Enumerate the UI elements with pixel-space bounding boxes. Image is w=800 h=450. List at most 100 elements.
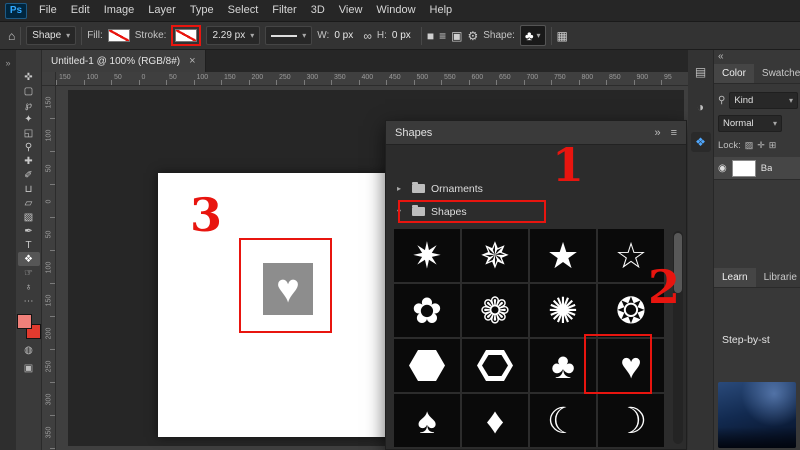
gradient-tool[interactable]: ▧: [18, 210, 40, 224]
ruler-mark: 250: [276, 72, 304, 85]
tab-learn[interactable]: Learn: [714, 268, 756, 287]
layer-row-background[interactable]: ◉ Ba: [714, 157, 800, 180]
folder-row-ornaments[interactable]: ▸ Ornaments: [386, 177, 686, 200]
vertical-ruler[interactable]: 150 100 50 0 50 100 150 200 250 300 350: [42, 86, 56, 450]
shape-hexagon-outline[interactable]: [462, 339, 528, 392]
rectangular-marquee-tool[interactable]: ▢: [18, 84, 40, 98]
foreground-color-swatch[interactable]: [16, 314, 32, 329]
shape-crescent-moon-icon: ☾: [546, 399, 580, 441]
panel-icon-shapes[interactable]: ❖: [690, 132, 711, 152]
clone-stamp-tool[interactable]: ⊔: [18, 182, 40, 196]
shape-5-point-star-icon: ★: [546, 234, 580, 276]
close-icon[interactable]: ×: [189, 55, 195, 67]
spot-healing-brush-tool[interactable]: ✚: [18, 154, 40, 168]
blend-mode-dropdown[interactable]: Normal ▾: [718, 114, 782, 132]
shape-12-point-star[interactable]: ✵: [462, 229, 528, 282]
shape-diamond-icon: ♦: [485, 399, 505, 441]
width-label: W:: [317, 30, 330, 41]
ruler-mark: 95: [661, 72, 688, 85]
tool-mode-value: Shape: [32, 30, 62, 41]
tab-swatche[interactable]: Swatche: [754, 64, 800, 83]
menu-item-select[interactable]: Select: [221, 0, 266, 22]
quick-selection-tool[interactable]: ✦: [18, 112, 40, 126]
shape-picker-dropdown[interactable]: ♣ ▾: [519, 25, 546, 46]
tool-mode-dropdown[interactable]: Shape ▾: [26, 26, 77, 45]
shape-5-point-star[interactable]: ★: [530, 229, 596, 282]
panel-menu-icon[interactable]: ≡: [671, 127, 677, 139]
divider: [550, 26, 552, 45]
stroke-width-dropdown[interactable]: 2.29 px ▾: [206, 26, 261, 45]
menu-item-window[interactable]: Window: [369, 0, 422, 22]
layer-thumbnail: [731, 159, 756, 177]
divider: [20, 26, 22, 45]
shape-hexagon[interactable]: [394, 339, 460, 392]
quick-mask-icon[interactable]: ◍: [18, 343, 40, 357]
custom-shape-tool[interactable]: ❖: [17, 252, 40, 266]
screen-mode-icon[interactable]: ▣: [18, 361, 40, 375]
fill-swatch[interactable]: [107, 29, 130, 42]
home-icon[interactable]: ⌂: [8, 29, 15, 43]
tab-librarie[interactable]: Librarie: [756, 268, 800, 287]
toolbar-expand-strip[interactable]: »: [0, 50, 16, 450]
shape-crescent-moon-outline[interactable]: ☽: [598, 394, 664, 447]
lock-row: Lock: ▨ ✛ ⊞: [718, 136, 798, 154]
ruler-mark: 0: [42, 185, 55, 218]
stroke-type-dropdown[interactable]: ▾: [265, 26, 313, 45]
menu-item-filter[interactable]: Filter: [265, 0, 303, 22]
shape-diamond[interactable]: ♦: [462, 394, 528, 447]
crop-tool[interactable]: ◱: [18, 126, 40, 140]
menu-item-file[interactable]: File: [32, 0, 64, 22]
shape-crescent-moon[interactable]: ☾: [530, 394, 596, 447]
height-input[interactable]: 0 px: [392, 30, 416, 41]
link-dimensions-icon[interactable]: ∞: [363, 29, 372, 43]
panel-icon-properties[interactable]: ▤: [691, 62, 711, 82]
edit-toolbar-icon[interactable]: ⋯: [24, 296, 34, 307]
collapse-panel-icon[interactable]: »: [654, 127, 660, 139]
pen-tool[interactable]: ✒: [18, 224, 40, 238]
layer-filter-dropdown[interactable]: Kind ▾: [729, 91, 798, 109]
tutorial-thumbnail[interactable]: [718, 382, 796, 448]
path-operations-icon[interactable]: ■: [427, 29, 434, 43]
shape-flower-outline[interactable]: ❁: [462, 284, 528, 337]
zoom-tool[interactable]: ♁: [18, 280, 40, 294]
ruler-mark: 200: [248, 72, 277, 85]
type-tool[interactable]: T: [18, 238, 40, 252]
path-arrangement-icon[interactable]: ▣: [451, 29, 462, 43]
brush-tool[interactable]: ✐: [18, 168, 40, 182]
menu-item-edit[interactable]: Edit: [64, 0, 97, 22]
ruler-mark: 100: [42, 119, 55, 152]
eraser-tool[interactable]: ▱: [18, 196, 40, 210]
visibility-eye-icon[interactable]: ◉: [718, 163, 727, 174]
lasso-tool[interactable]: ℘: [18, 98, 40, 112]
lock-icon-1[interactable]: ✛: [757, 140, 765, 151]
path-alignment-icon[interactable]: ≡: [439, 29, 446, 43]
shape-10-point-star[interactable]: ✷: [394, 229, 460, 282]
menu-item-3d[interactable]: 3D: [304, 0, 332, 22]
collapse-panels-icon[interactable]: «: [718, 51, 724, 62]
menu-item-help[interactable]: Help: [423, 0, 460, 22]
menu-item-layer[interactable]: Layer: [141, 0, 183, 22]
panel-icon-adjustments[interactable]: ◑: [691, 97, 711, 117]
shape-spade[interactable]: ♠: [394, 394, 460, 447]
eyedropper-tool[interactable]: ⚲: [18, 140, 40, 154]
tab-color[interactable]: Color: [714, 64, 754, 83]
menu-item-image[interactable]: Image: [97, 0, 142, 22]
gear-icon[interactable]: ⚙: [468, 29, 479, 43]
ruler-mark: 50: [111, 72, 139, 85]
menu-item-type[interactable]: Type: [183, 0, 221, 22]
lock-icon-0[interactable]: ▨: [745, 140, 754, 151]
shape-16-point-burst[interactable]: ✺: [530, 284, 596, 337]
document-tab-title: Untitled-1 @ 100% (RGB/8#): [51, 55, 181, 67]
more-options-icon[interactable]: ▦: [557, 29, 568, 43]
lock-icon-2[interactable]: ⊞: [769, 140, 777, 151]
hand-tool[interactable]: ☞: [18, 266, 40, 280]
horizontal-ruler[interactable]: 150 100 50 0 50 100 150 200 250 300 350 400 450 500 55…: [56, 72, 688, 86]
width-input[interactable]: 0 px: [334, 30, 358, 41]
menu-item-view[interactable]: View: [332, 0, 370, 22]
document-tab[interactable]: Untitled-1 @ 100% (RGB/8#) ×: [42, 50, 206, 72]
stroke-swatch[interactable]: [175, 29, 198, 42]
ruler-mark: 0: [138, 72, 167, 85]
shape-10-point-star-icon: ✷: [411, 234, 443, 276]
shape-flower[interactable]: ✿: [394, 284, 460, 337]
move-tool[interactable]: ✜: [18, 70, 40, 84]
